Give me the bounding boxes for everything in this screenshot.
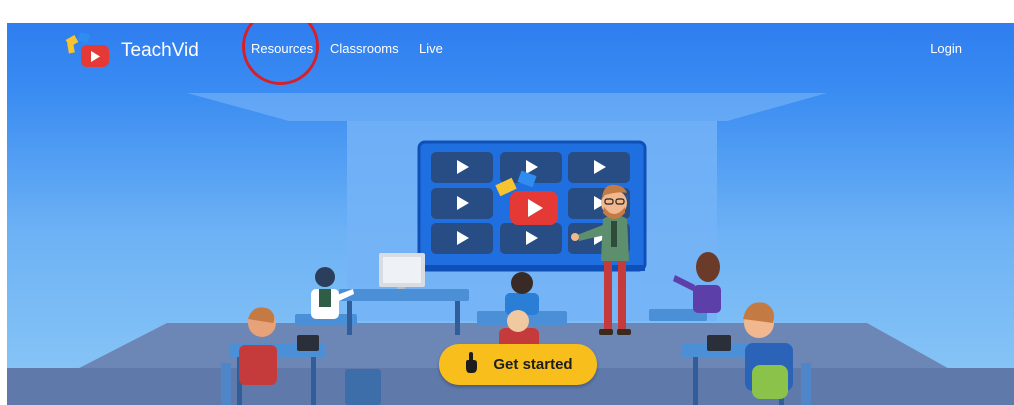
top-navigation: TeachVid Resources Classrooms Live Login bbox=[7, 23, 1014, 75]
teachvid-logo-icon bbox=[65, 31, 113, 69]
nav-classrooms[interactable]: Classrooms bbox=[330, 41, 399, 56]
ceiling-light bbox=[187, 93, 827, 121]
brand-logo[interactable]: TeachVid bbox=[65, 31, 199, 69]
get-started-label: Get started bbox=[493, 356, 573, 373]
app-window: TeachVid Resources Classrooms Live Login… bbox=[7, 23, 1014, 405]
login-link[interactable]: Login bbox=[930, 41, 962, 56]
brand-name: TeachVid bbox=[121, 40, 199, 61]
get-started-button[interactable]: Get started bbox=[439, 344, 597, 385]
nav-resources[interactable]: Resources bbox=[251, 41, 313, 56]
pointing-hand-icon bbox=[463, 351, 479, 378]
nav-live[interactable]: Live bbox=[419, 41, 443, 56]
